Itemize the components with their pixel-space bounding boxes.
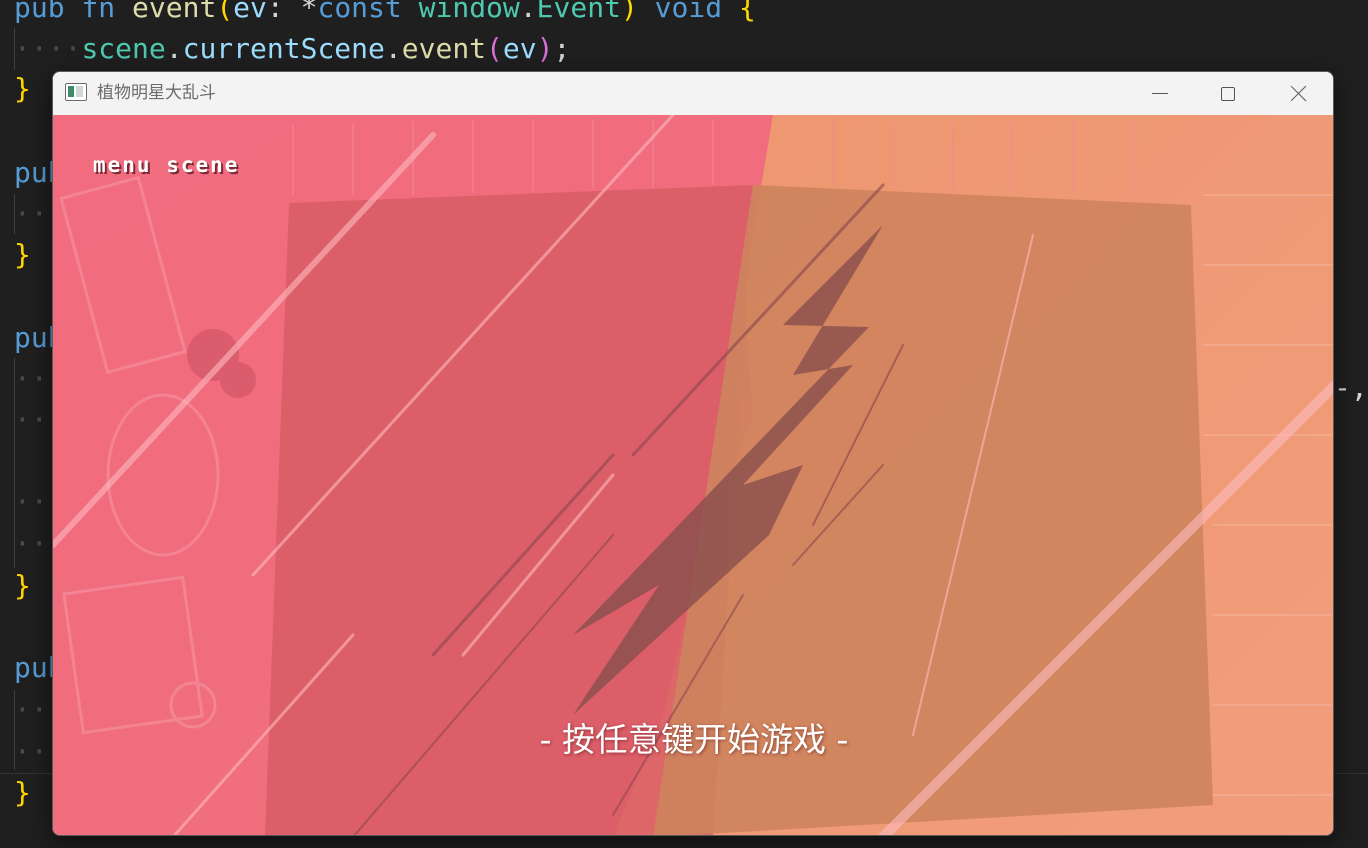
code-token: ( (216, 0, 234, 24)
app-window-icon (65, 83, 87, 101)
code-line: } (14, 69, 31, 109)
code-token: ·· (14, 527, 48, 560)
code-token: . (519, 0, 537, 24)
code-line: ·· (14, 524, 48, 564)
scene-label: menu scene (93, 153, 240, 177)
start-hint-text: - 按任意键开始游戏 - (539, 720, 849, 759)
code-line: ·· (14, 482, 48, 522)
game-canvas[interactable]: menu scene - 按任意键开始游戏 - (53, 115, 1333, 835)
code-token: ···· (14, 32, 82, 65)
code-token: ·· (14, 693, 48, 726)
code-token: { (738, 0, 756, 24)
code-overflow-text: -, (1334, 371, 1368, 404)
code-token: scene (81, 32, 166, 65)
code-line: } (14, 566, 31, 606)
code-token: event (401, 32, 487, 65)
code-token: ·· (14, 735, 48, 768)
maximize-button[interactable] (1193, 72, 1263, 115)
code-line: ····scene.currentScene.event(ev); (14, 29, 570, 69)
minimize-icon (1152, 93, 1168, 94)
code-token: fn (81, 0, 133, 24)
code-token: ( (486, 32, 503, 65)
code-token: ; (553, 32, 571, 65)
code-token: pub (14, 0, 82, 24)
close-icon (1290, 85, 1307, 102)
code-token: } (14, 776, 31, 809)
code-token: ·· (14, 485, 48, 518)
close-button[interactable] (1263, 72, 1333, 115)
code-line: pub fn event(ev: *const window.Event) vo… (14, 0, 756, 28)
code-token: ) (536, 32, 554, 65)
code-token: : * (266, 0, 318, 24)
code-token: const (317, 0, 419, 24)
code-line: ·· (14, 359, 48, 399)
code-token: } (14, 72, 31, 105)
code-token: . (384, 32, 402, 65)
maximize-icon (1221, 86, 1235, 101)
code-line: ·· (14, 732, 48, 772)
code-token: window (418, 0, 520, 24)
code-token: } (14, 569, 31, 602)
code-token: ev (502, 32, 537, 65)
window-titlebar[interactable]: 植物明星大乱斗 (53, 72, 1333, 115)
code-line: ·· (14, 400, 48, 440)
code-token: ) (620, 0, 655, 24)
code-token: event (132, 0, 217, 24)
code-token: ·· (14, 197, 48, 230)
code-token: . (165, 32, 183, 65)
code-token: ·· (14, 362, 48, 395)
code-line: ·· (14, 690, 48, 730)
minimize-button[interactable] (1125, 72, 1195, 115)
code-line: ·· (14, 194, 48, 234)
code-line: } (14, 773, 31, 813)
code-token: ·· (14, 403, 48, 436)
code-token: void (654, 0, 739, 24)
window-title: 植物明星大乱斗 (97, 83, 216, 103)
code-line: } (14, 235, 31, 275)
code-token: ev (233, 0, 267, 24)
code-token: Event (536, 0, 621, 24)
code-token: } (14, 238, 31, 271)
game-window[interactable]: 植物明星大乱斗 menu scene - 按任意键开始游戏 - (52, 71, 1334, 836)
code-token: currentScene (182, 32, 385, 65)
